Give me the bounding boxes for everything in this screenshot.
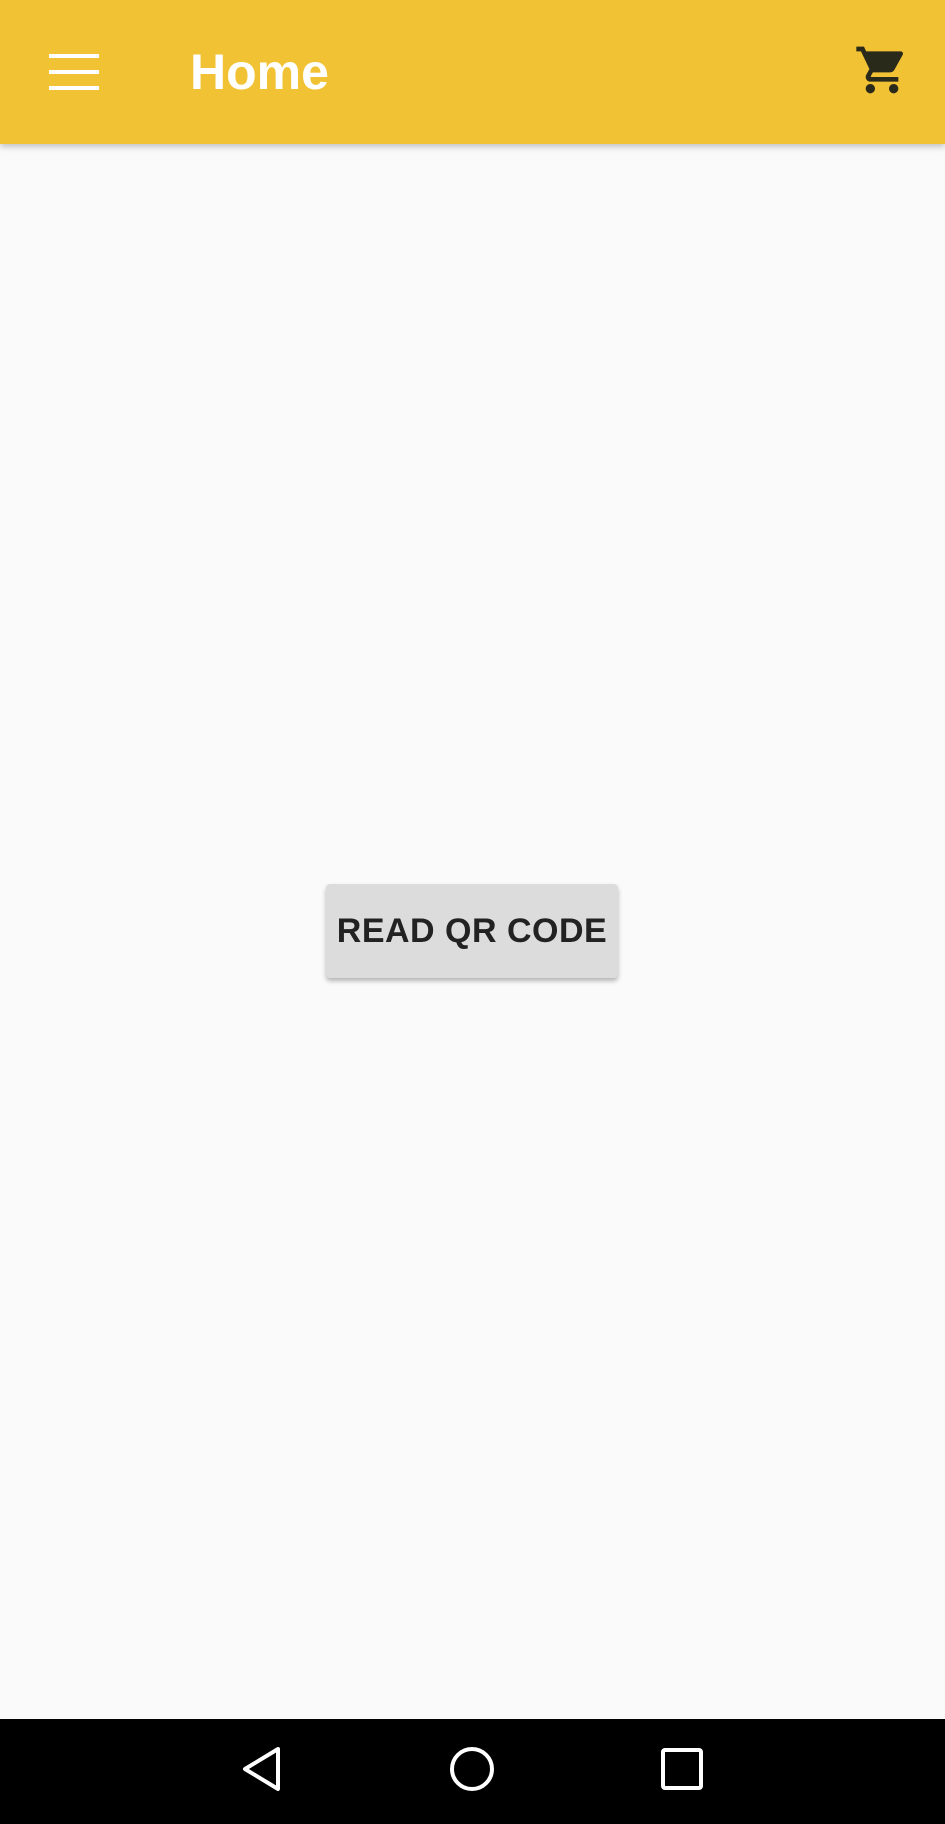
menu-button[interactable] [32, 30, 116, 114]
back-triangle-icon [240, 1745, 284, 1798]
screen: Home READ QR CODE [0, 0, 945, 1824]
nav-back-button[interactable] [207, 1719, 317, 1824]
main-content: READ QR CODE [0, 144, 945, 1719]
home-circle-icon [448, 1745, 496, 1798]
recents-square-icon [660, 1747, 704, 1796]
app-bar: Home [0, 0, 945, 144]
shopping-cart-icon [854, 42, 910, 103]
system-navigation-bar [0, 1719, 945, 1824]
nav-home-button[interactable] [417, 1719, 527, 1824]
read-qr-code-button[interactable]: READ QR CODE [326, 884, 618, 978]
nav-recents-button[interactable] [627, 1719, 737, 1824]
hamburger-menu-icon [49, 54, 99, 90]
cart-button[interactable] [840, 30, 924, 114]
page-title: Home [190, 44, 329, 100]
